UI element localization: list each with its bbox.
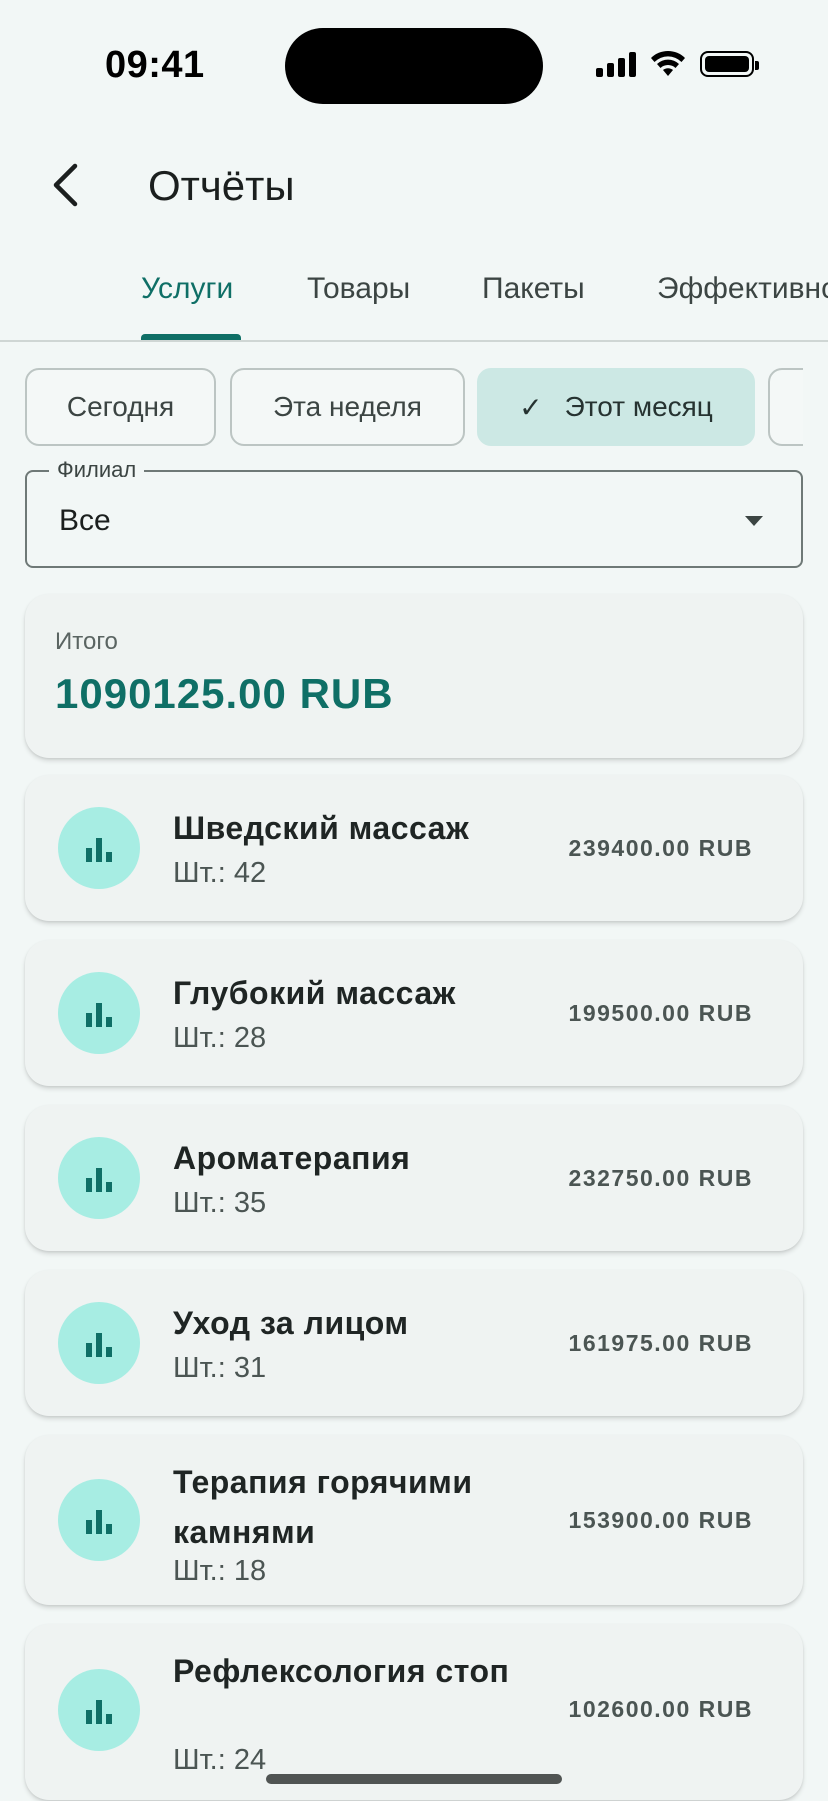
chip-this-month-label: Этот месяц [564,391,713,422]
dropdown-arrow-icon [745,516,763,526]
service-card[interactable]: Ароматерапия Шт.: 35 232750.00 RUB [25,1105,803,1251]
service-name: Шведский массаж [173,810,470,846]
bar-chart-icon [58,1302,140,1384]
service-card[interactable]: Шведский массаж Шт.: 42 239400.00 RUB [25,775,803,921]
service-qty: Шт.: 18 [173,1555,267,1587]
check-icon: ✓ [519,391,543,423]
back-button[interactable] [32,152,98,218]
app-bar: Отчёты [0,140,828,230]
service-name: Рефлексология стоп [173,1653,510,1689]
tab-products[interactable]: Товары [307,272,410,306]
service-qty: Шт.: 42 [173,857,267,889]
status-bar: 09:41 [0,0,828,120]
service-qty: Шт.: 35 [173,1187,267,1219]
bar-chart-icon [58,1479,140,1561]
service-amount: 161975.00 RUB [568,1330,753,1356]
branch-select[interactable]: Филиал Все [25,457,803,568]
chip-this-week-label: Эта неделя [273,391,422,422]
service-card[interactable]: Глубокий массаж Шт.: 28 199500.00 RUB [25,940,803,1086]
service-name: Уход за лицом [173,1305,409,1341]
tab-packages[interactable]: Пакеты [482,272,585,306]
battery-icon [700,51,759,77]
home-indicator [266,1774,562,1784]
service-amount: 239400.00 RUB [568,835,753,861]
service-name: Терапия горячими камнями [173,1464,473,1550]
chip-more[interactable] [768,368,803,446]
service-name: Ароматерапия [173,1140,411,1176]
wifi-icon [651,50,685,76]
service-card[interactable]: Уход за лицом Шт.: 31 161975.00 RUB [25,1270,803,1416]
tab-services[interactable]: Услуги [141,272,233,306]
total-card: Итого 1090125.00 RUB [25,594,803,758]
chip-this-month[interactable]: ✓ Этот месяц [477,368,755,446]
status-time: 09:41 [105,44,205,86]
bar-chart-icon [58,972,140,1054]
status-icons [596,50,759,78]
total-value: 1090125.00 RUB [55,670,394,717]
chevron-left-icon [53,163,78,207]
bar-chart-icon [58,1137,140,1219]
chip-today-label: Сегодня [66,391,175,422]
tab-bar: Услуги Товары Пакеты Эффективно [0,258,828,342]
total-label: Итого [55,628,118,655]
cellular-signal-icon [596,51,636,77]
tab-efficiency[interactable]: Эффективно [657,272,828,306]
service-qty: Шт.: 28 [173,1022,267,1054]
branch-select-label: Филиал [49,457,145,483]
service-qty: Шт.: 24 [173,1744,267,1776]
dynamic-island [285,28,543,104]
chip-today[interactable]: Сегодня [25,368,216,446]
service-card[interactable]: Терапия горячими камнями Шт.: 18 153900.… [25,1435,803,1605]
branch-select-value: Все [59,504,111,537]
chip-this-week[interactable]: Эта неделя [230,368,465,446]
tab-indicator [141,334,241,340]
bar-chart-icon [58,1669,140,1751]
service-name: Глубокий массаж [173,975,456,1011]
service-amount: 232750.00 RUB [568,1165,753,1191]
page-title: Отчёты [148,162,295,209]
service-amount: 102600.00 RUB [568,1696,753,1722]
service-qty: Шт.: 31 [173,1352,267,1384]
service-amount: 153900.00 RUB [568,1507,753,1533]
service-amount: 199500.00 RUB [568,1000,753,1026]
bar-chart-icon [58,807,140,889]
period-filter-chips: Сегодня Эта неделя ✓ Этот месяц [25,368,803,448]
